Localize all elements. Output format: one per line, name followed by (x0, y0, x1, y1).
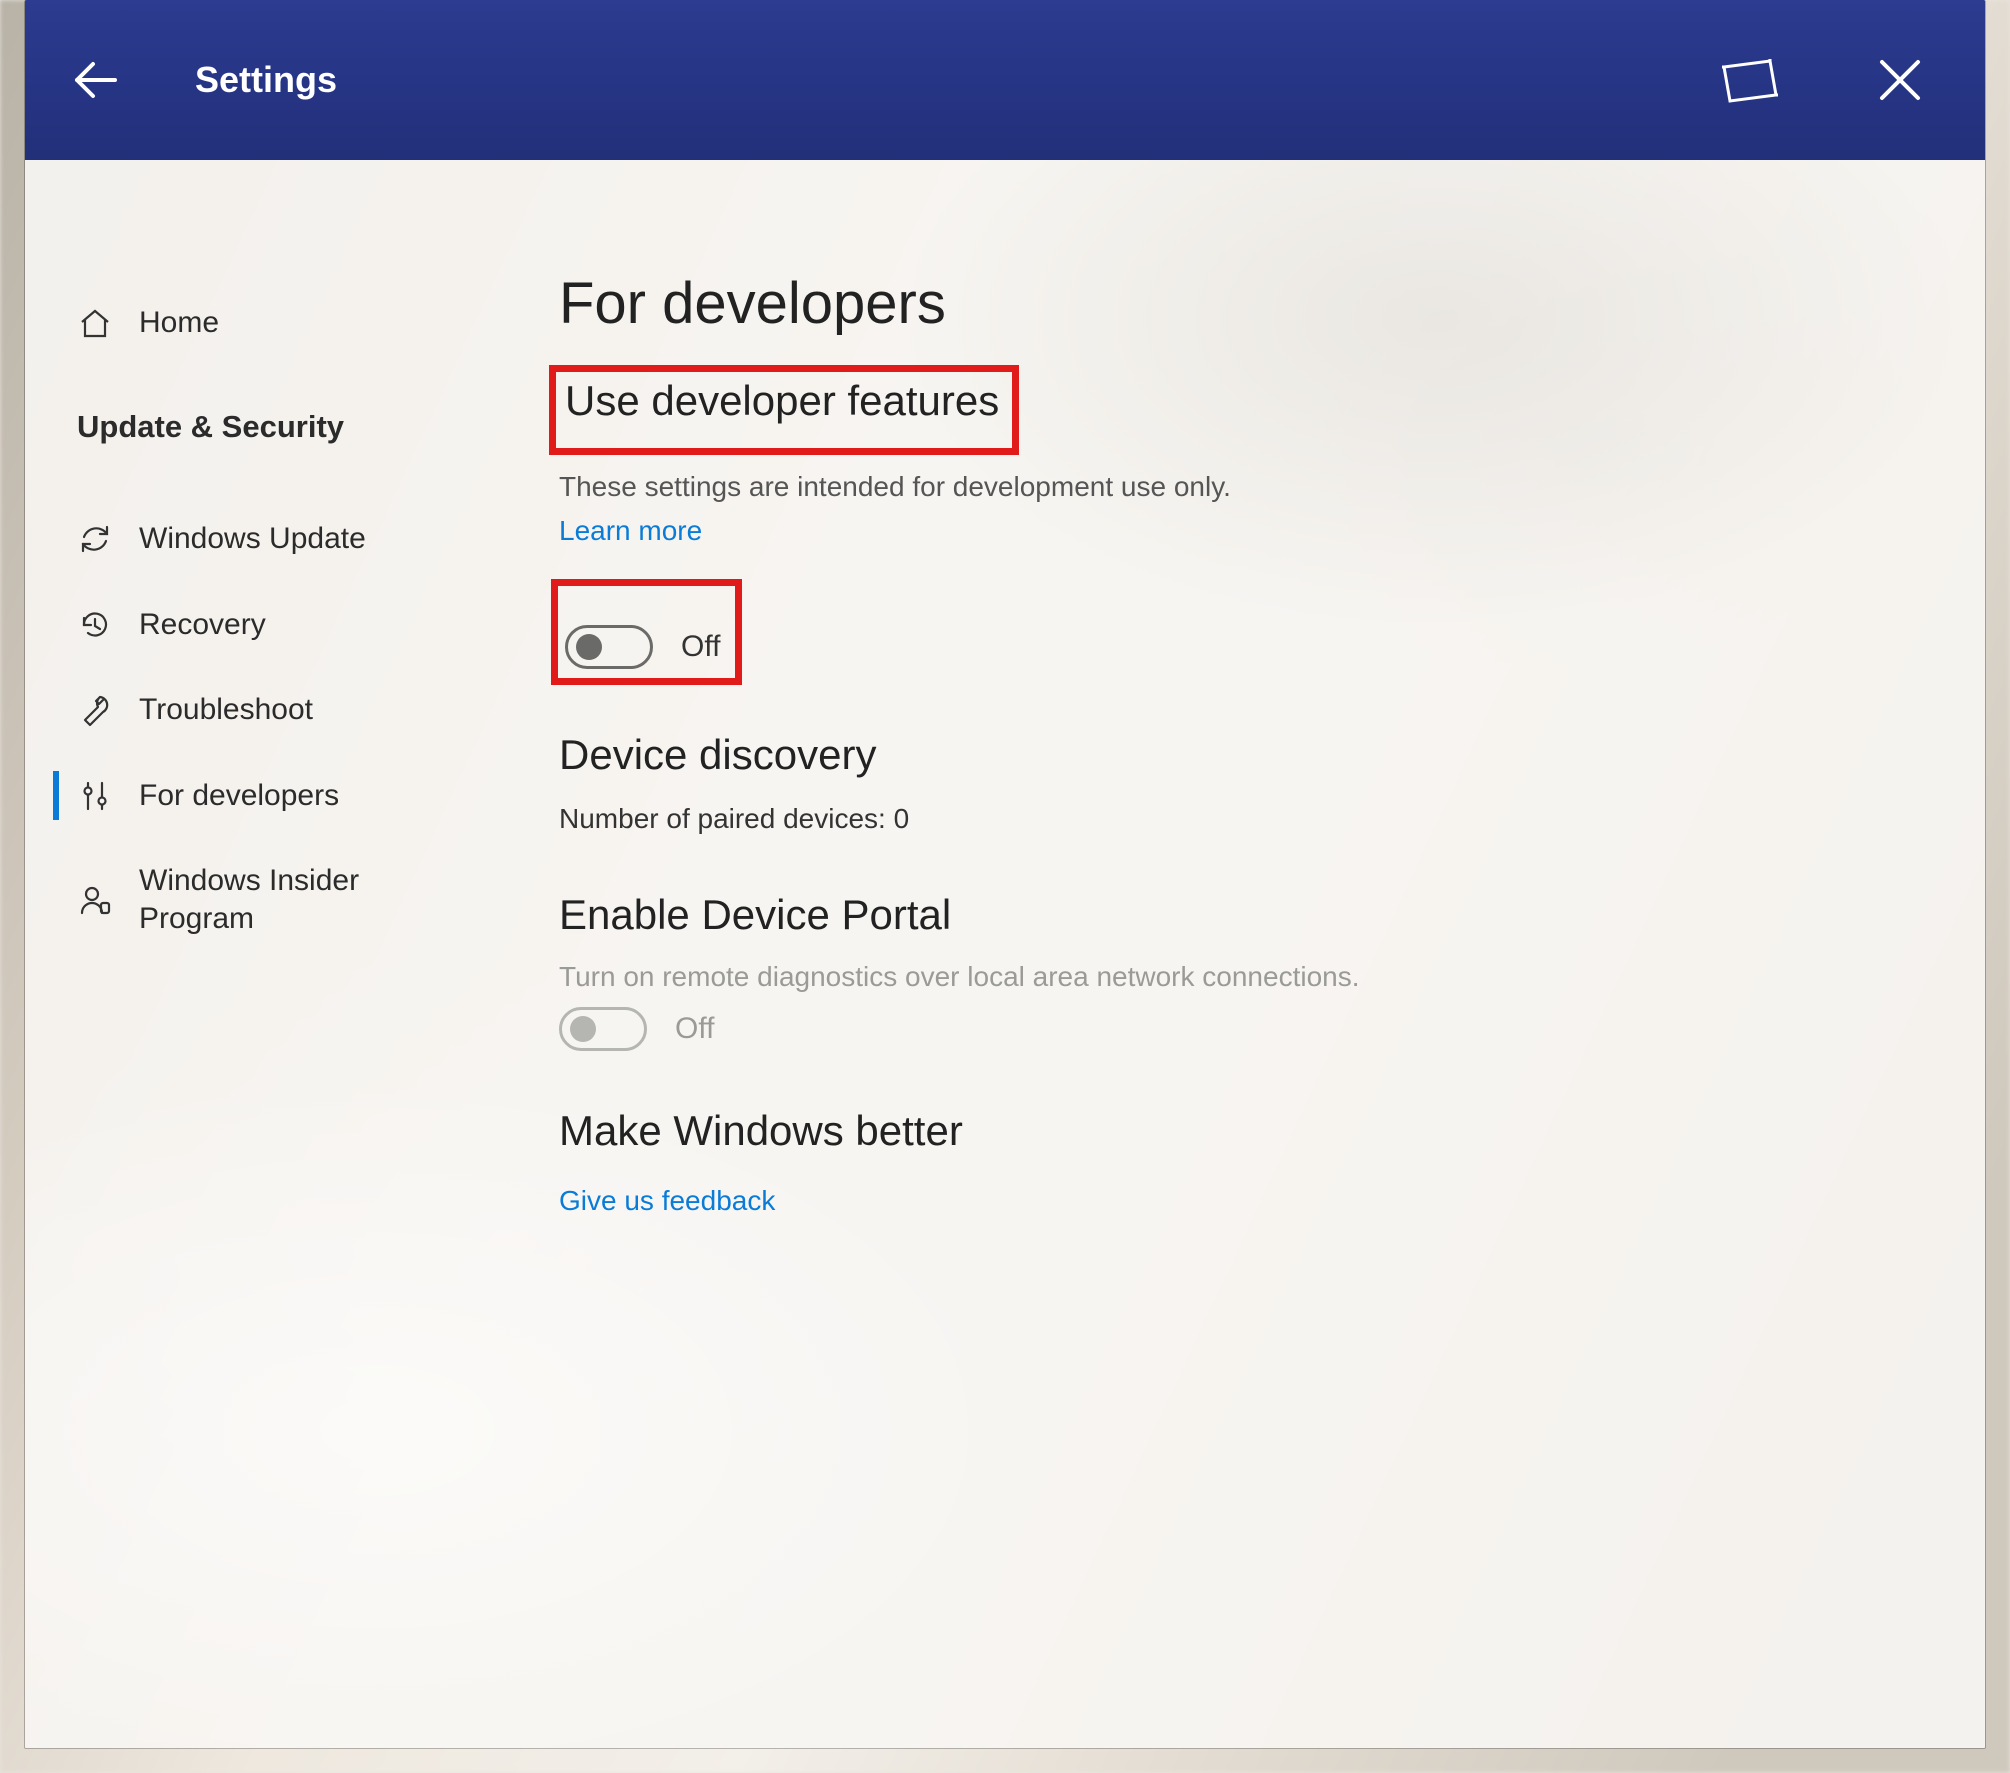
section-device-portal: Enable Device Portal Turn on remote diag… (559, 891, 1905, 1051)
sidebar-section-header: Update & Security (25, 384, 495, 471)
sync-icon (77, 521, 113, 557)
window-title: Settings (195, 59, 337, 101)
sidebar-item-windows-update[interactable]: Windows Update (25, 496, 495, 582)
sidebar-section-label: Update & Security (77, 408, 459, 447)
learn-more-link[interactable]: Learn more (559, 515, 702, 547)
developer-features-toggle-label: Off (681, 630, 720, 664)
sidebar-item-recovery[interactable]: Recovery (25, 582, 495, 668)
sidebar-item-label: For developers (139, 777, 459, 815)
paired-devices-count: 0 (894, 803, 910, 834)
sidebar-item-label: Windows Update (139, 520, 459, 558)
give-feedback-link[interactable]: Give us feedback (559, 1185, 775, 1217)
sliders-icon (77, 778, 113, 814)
toggle-knob (570, 1016, 596, 1042)
section-heading-device-portal: Enable Device Portal (559, 891, 1905, 939)
section-developer-features: Use developer features These settings ar… (559, 377, 1905, 675)
close-icon (1876, 56, 1924, 104)
sidebar-item-label: Home (139, 304, 459, 342)
sidebar-item-home[interactable]: Home (25, 280, 495, 366)
device-portal-toggle (559, 1007, 647, 1051)
settings-window: Settings (24, 0, 1986, 1749)
section-heading-device-discovery: Device discovery (559, 731, 1905, 779)
back-arrow-icon (67, 52, 123, 108)
paired-devices-label: Number of paired devices: (559, 803, 894, 834)
sidebar-item-for-developers[interactable]: For developers (25, 753, 495, 839)
close-button[interactable] (1865, 45, 1935, 115)
display-icon (1718, 55, 1782, 105)
display-button[interactable] (1715, 45, 1785, 115)
sidebar-item-troubleshoot[interactable]: Troubleshoot (25, 667, 495, 753)
section-heading-make-better: Make Windows better (559, 1107, 1905, 1155)
section-heading-developer-features: Use developer features (559, 377, 1005, 425)
device-portal-toggle-label: Off (675, 1012, 714, 1046)
sidebar-item-label: Windows Insider Program (139, 862, 459, 937)
toggle-knob (576, 634, 602, 660)
history-icon (77, 607, 113, 643)
paired-devices-row: Number of paired devices: 0 (559, 803, 1905, 835)
sidebar-item-label: Troubleshoot (139, 691, 459, 729)
main-panel: For developers Use developer features Th… (495, 160, 1985, 1748)
developer-features-toggle[interactable] (565, 625, 653, 669)
device-portal-desc: Turn on remote diagnostics over local ar… (559, 961, 1905, 993)
back-button[interactable] (65, 50, 125, 110)
sidebar-item-label: Recovery (139, 606, 459, 644)
developer-features-desc: These settings are intended for developm… (559, 471, 1905, 503)
section-device-discovery: Device discovery Number of paired device… (559, 731, 1905, 835)
wrench-icon (77, 692, 113, 728)
section-make-better: Make Windows better Give us feedback (559, 1107, 1905, 1217)
person-badge-icon (77, 882, 113, 918)
home-icon (77, 305, 113, 341)
titlebar: Settings (25, 0, 1985, 160)
page-title: For developers (559, 270, 1905, 337)
client-area: Home Update & Security Windows Update (25, 160, 1985, 1748)
sidebar-item-insider-program[interactable]: Windows Insider Program (25, 838, 495, 961)
sidebar: Home Update & Security Windows Update (25, 160, 495, 1748)
